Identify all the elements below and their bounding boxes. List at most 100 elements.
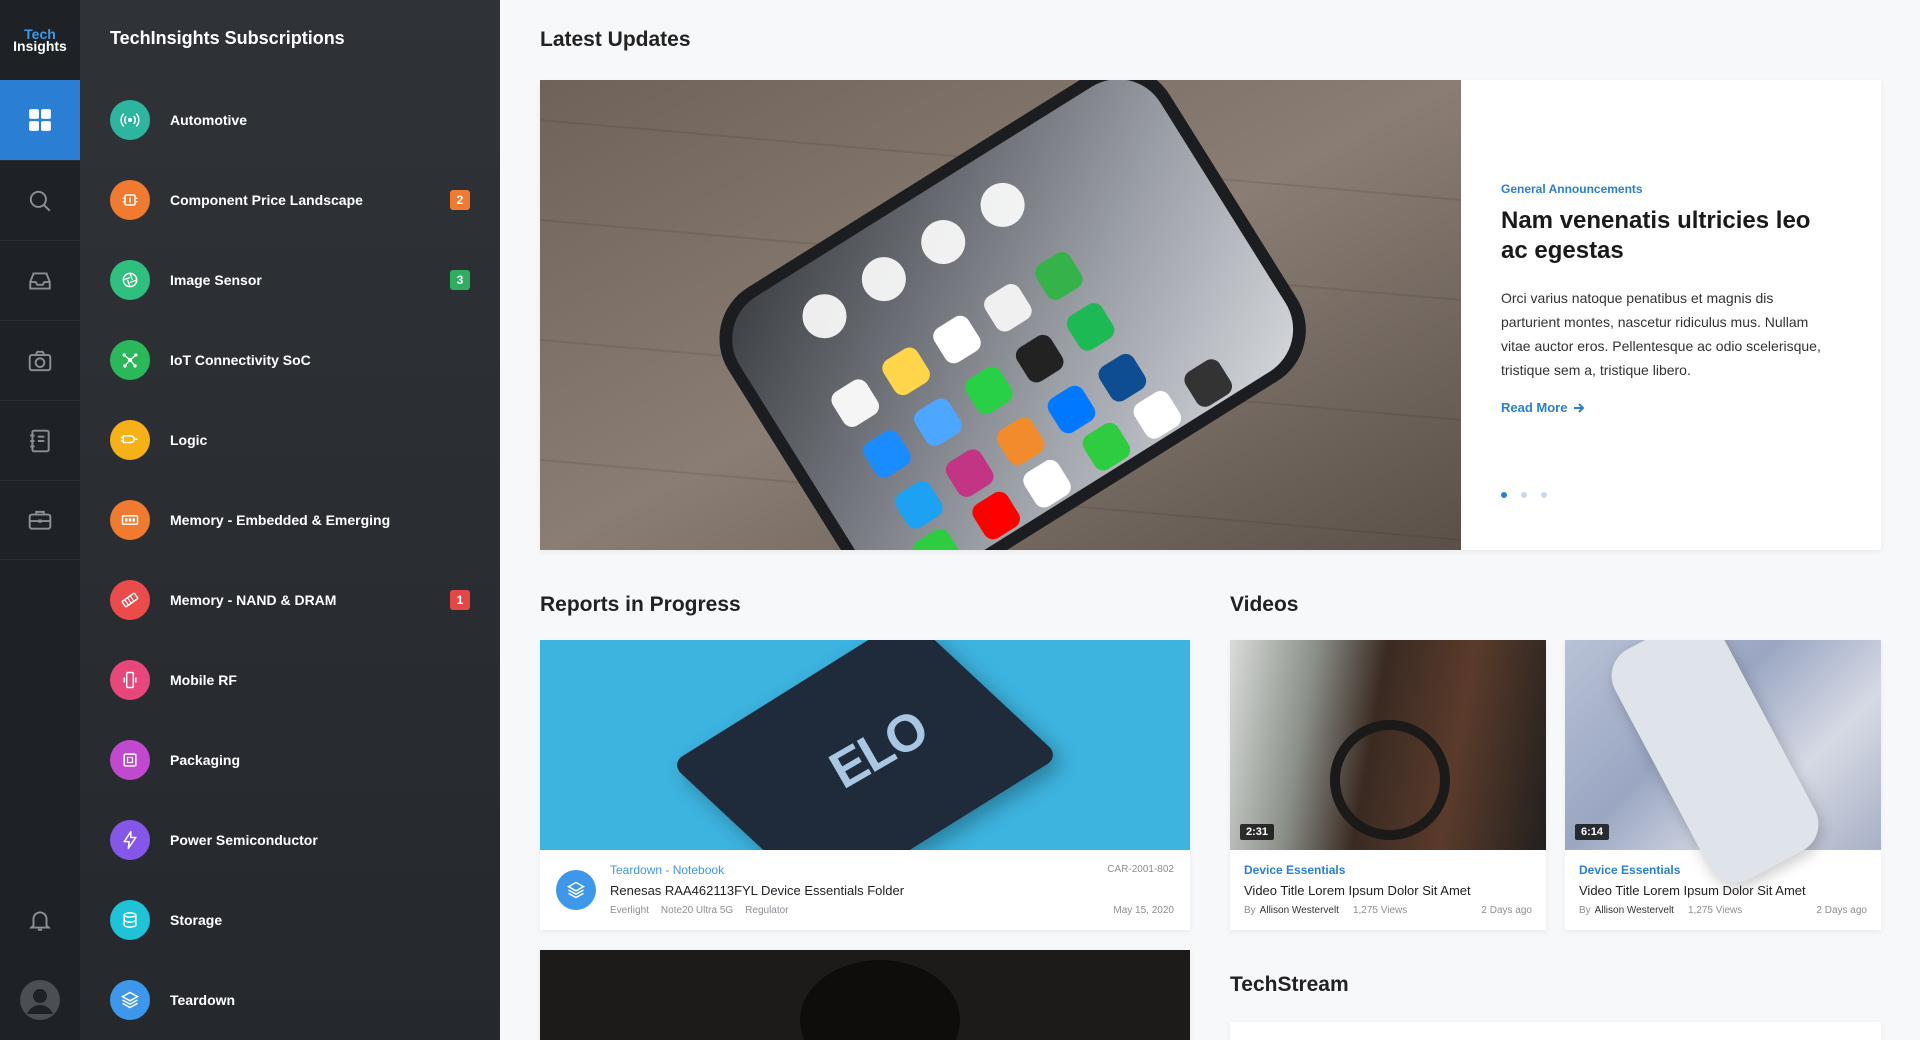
subscription-icon (110, 420, 150, 460)
subscription-label: Memory - Embedded & Emerging (170, 512, 391, 528)
subscription-item-image-sensor[interactable]: Image Sensor 3 (80, 240, 500, 320)
database-icon (123, 912, 137, 928)
subscription-label: Packaging (170, 752, 241, 768)
video-title[interactable]: Video Title Lorem Ipsum Dolor Sit Amet (1244, 883, 1471, 898)
user-avatar[interactable] (0, 960, 80, 1040)
subscription-label: Teardown (170, 992, 236, 1008)
report-card-2[interactable] (540, 950, 1190, 1040)
video-byline: By Allison Westervelt 1,275 Views (1579, 905, 1742, 916)
subscription-icon (110, 900, 150, 940)
avatar-icon (20, 980, 60, 1020)
icon-rail: Tech Insights (0, 0, 80, 1040)
video-byline: By Allison Westervelt 1,275 Views (1244, 905, 1407, 916)
hero-text: General Announcements Nam venenatis ultr… (1501, 80, 1841, 550)
memory-icon (121, 515, 139, 525)
video-card[interactable]: 2:31 Device Essentials Video Title Lorem I… (1230, 640, 1546, 930)
subscription-item-storage[interactable]: Storage (80, 880, 500, 960)
subscription-label: Automotive (170, 112, 247, 128)
rail-camera-button[interactable] (0, 320, 80, 400)
report-tags: Everlight Note20 Ultra 5G Regulator (610, 905, 789, 916)
grid-icon (29, 109, 51, 131)
video-author[interactable]: Allison Westervelt (1260, 905, 1339, 916)
main-content: Latest Updates General Announcements Nam… (500, 0, 1920, 1040)
logic-icon (120, 435, 138, 444)
carousel-dot[interactable] (1541, 492, 1547, 498)
report-info: Teardown - Notebook CAR-2001-802 Renesas… (540, 850, 1190, 930)
carousel-dot[interactable] (1521, 492, 1527, 498)
report-type-icon (556, 870, 596, 910)
hero-body: Orci varius natoque penatibus et magnis … (1501, 290, 1821, 378)
carousel-dot[interactable] (1501, 492, 1507, 498)
subscription-icon (110, 340, 150, 380)
report-tag[interactable]: Regulator (745, 905, 788, 916)
subscription-icon (110, 100, 150, 140)
subscription-label: Mobile RF (170, 672, 237, 688)
report-card[interactable]: ELO Teardown - Notebook CAR-2001-802 Ren… (540, 640, 1190, 930)
video-by: By (1244, 905, 1256, 916)
read-more-link[interactable]: Read More (1501, 400, 1585, 415)
hero-carousel: General Announcements Nam venenatis ultr… (540, 80, 1881, 550)
subscription-item-memory-embedded-emerging[interactable]: Memory - Embedded & Emerging (80, 480, 500, 560)
subscription-icon (110, 660, 150, 700)
hero-category[interactable]: General Announcements (1501, 182, 1643, 196)
subscription-label: IoT Connectivity SoC (170, 352, 311, 368)
carousel-dots (1501, 492, 1547, 498)
video-author[interactable]: Allison Westervelt (1595, 905, 1674, 916)
rail-notebook-button[interactable] (0, 400, 80, 480)
video-thumbnail[interactable]: 2:31 (1230, 640, 1546, 850)
report-image: ELO (540, 640, 1190, 850)
rail-inbox-button[interactable] (0, 240, 80, 320)
report-2-image (800, 960, 960, 1040)
subscription-item-automotive[interactable]: Automotive (80, 80, 500, 160)
video-category[interactable]: Device Essentials (1579, 863, 1680, 877)
broadcast-icon (120, 113, 140, 127)
video-title[interactable]: Video Title Lorem Ipsum Dolor Sit Amet (1579, 883, 1806, 898)
subscription-item-component-price-landscape[interactable]: Component Price Landscape 2 (80, 160, 500, 240)
reports-in-progress-title: Reports in Progress (540, 593, 741, 616)
subscription-label: Storage (170, 912, 223, 928)
techstream-card (1230, 1022, 1881, 1040)
subscription-icon (110, 580, 150, 620)
hero-headline[interactable]: Nam venenatis ultricies leo ac egestas (1501, 206, 1831, 266)
subscription-item-memory-nand-dram[interactable]: Memory - NAND & DRAM 1 (80, 560, 500, 640)
rail-search-button[interactable] (0, 160, 80, 240)
subscription-icon (110, 820, 150, 860)
search-icon (29, 190, 51, 211)
aperture-icon (122, 272, 138, 288)
subscription-label: Component Price Landscape (170, 192, 363, 208)
subscription-icon (110, 180, 150, 220)
techinsights-logo[interactable]: Tech Insights (0, 0, 80, 80)
bell-icon (28, 911, 52, 931)
briefcase-icon (28, 510, 52, 530)
video-category[interactable]: Device Essentials (1244, 863, 1345, 877)
video-age: 2 Days ago (1816, 905, 1867, 916)
subscription-item-mobile-rf[interactable]: Mobile RF (80, 640, 500, 720)
video-card[interactable]: 6:14 Device Essentials Video Title Lorem I… (1565, 640, 1881, 930)
report-date: May 15, 2020 (1113, 905, 1174, 916)
rail-briefcase-button[interactable] (0, 480, 80, 560)
subscription-label: Power Semiconductor (170, 832, 318, 848)
subscription-item-iot-connectivity-soc[interactable]: IoT Connectivity SoC (80, 320, 500, 400)
logo-line-2: Insights (13, 38, 67, 54)
subscription-item-teardown[interactable]: Teardown (80, 960, 500, 1040)
ram-icon (121, 592, 139, 608)
subscription-item-packaging[interactable]: Packaging (80, 720, 500, 800)
report-title[interactable]: Renesas RAA462113FYL Device Essentials F… (610, 883, 904, 898)
report-tag[interactable]: Everlight (610, 905, 649, 916)
video-age: 2 Days ago (1481, 905, 1532, 916)
layers-icon (566, 881, 586, 899)
report-category[interactable]: Teardown - Notebook (610, 863, 724, 877)
subscription-icon (110, 980, 150, 1020)
rail-dashboard-button[interactable] (0, 80, 80, 160)
video-thumbnail[interactable]: 6:14 (1565, 640, 1881, 893)
rail-notifications-button[interactable] (0, 880, 80, 960)
subscription-item-power-semiconductor[interactable]: Power Semiconductor (80, 800, 500, 880)
hero-image[interactable] (540, 80, 1461, 550)
subscription-item-logic[interactable]: Logic (80, 400, 500, 480)
video-by: By (1579, 905, 1591, 916)
videos-title: Videos (1230, 593, 1299, 616)
report-tag[interactable]: Note20 Ultra 5G (661, 905, 733, 916)
subscription-icon (110, 740, 150, 780)
arrow-right-icon (1574, 402, 1585, 413)
video-duration: 6:14 (1575, 824, 1610, 840)
